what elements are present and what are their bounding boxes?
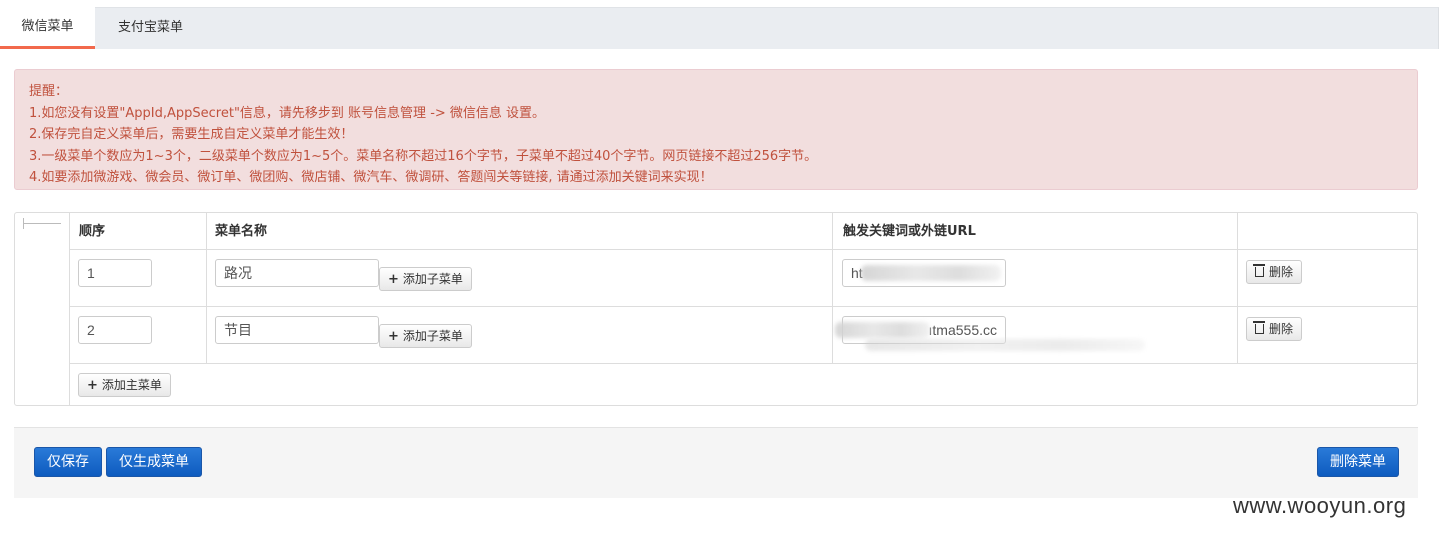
trash-icon [1253, 264, 1265, 277]
alert-line-2: 2.保存完自定义菜单后，需要生成自定义菜单才能生效！ [29, 127, 354, 142]
add-submenu-button-row-1[interactable]: + 添加子菜单 [379, 267, 472, 291]
row-divider [69, 363, 1417, 364]
tab-bar: 微信菜单 支付宝菜单 [0, 0, 1440, 49]
row-divider [69, 249, 1417, 250]
reminder-alert: 提醒： 1.如您没有设置"AppId,AppSecret"信息，请先移步到 账号… [14, 69, 1418, 190]
delete-label: 删除 [1269, 265, 1294, 279]
add-main-menu-button[interactable]: + 添加主菜单 [78, 373, 171, 397]
column-divider [69, 213, 70, 405]
tab-wechat-menu[interactable]: 微信菜单 [0, 7, 95, 49]
trash-icon [1253, 321, 1265, 334]
redaction-blur [861, 265, 1001, 281]
alert-line-4: 4.如要添加微游戏、微会员、微订单、微团购、微店铺、微汽车、微调研、答题闯关等链… [29, 170, 713, 185]
tab-alipay-menu[interactable]: 支付宝菜单 [118, 7, 183, 48]
column-divider [206, 213, 207, 363]
tab-strip [0, 7, 1439, 49]
alert-line-3: 3.一级菜单个数应为1~3个，二级菜单个数应为1~5个。菜单名称不超过16个字节… [29, 148, 818, 164]
delete-button-row-1[interactable]: 删除 [1246, 260, 1303, 284]
add-main-menu-label: 添加主菜单 [101, 378, 162, 392]
menu-name-input-row-2[interactable]: 节目 [215, 316, 379, 344]
redaction-blur [865, 339, 1145, 351]
url-visible-text: ıtma555.cc [928, 322, 997, 338]
column-divider [832, 213, 833, 363]
action-footer: 仅保存 仅生成菜单 删除菜单 [14, 427, 1418, 498]
menu-name-input-row-1[interactable]: 路况 [215, 259, 379, 287]
alert-line-1: 1.如您没有设置"AppId,AppSecret"信息，请先移步到 账号信息管理… [29, 105, 546, 121]
generate-menu-button[interactable]: 仅生成菜单 [106, 447, 202, 477]
plus-icon: + [388, 329, 399, 344]
alert-title: 提醒： [29, 84, 69, 99]
order-input-row-2[interactable]: 2 [78, 316, 152, 344]
row-divider [69, 306, 1417, 307]
header-menu-name: 菜单名称 [215, 224, 268, 239]
order-input-row-1[interactable]: 1 [78, 259, 152, 287]
watermark: www.wooyun.org [1233, 493, 1407, 518]
header-order: 顺序 [79, 224, 106, 239]
delete-button-row-2[interactable]: 删除 [1246, 317, 1303, 341]
header-url: 触发关键词或外链URL [843, 224, 976, 239]
redaction-blur [835, 322, 930, 338]
save-only-button[interactable]: 仅保存 [34, 447, 102, 477]
column-divider [1237, 213, 1238, 363]
delete-label: 删除 [1269, 322, 1294, 336]
add-submenu-label: 添加子菜单 [402, 272, 463, 286]
delete-menu-button[interactable]: 删除菜单 [1317, 447, 1399, 477]
menu-table: 顺序 菜单名称 触发关键词或外链URL 1 路况 + 添加子菜单 ht 删除 2 … [14, 212, 1418, 406]
tree-handle [23, 218, 61, 229]
plus-icon: + [87, 378, 98, 393]
add-submenu-button-row-2[interactable]: + 添加子菜单 [379, 324, 472, 348]
add-submenu-label: 添加子菜单 [402, 329, 463, 343]
plus-icon: + [388, 272, 399, 287]
